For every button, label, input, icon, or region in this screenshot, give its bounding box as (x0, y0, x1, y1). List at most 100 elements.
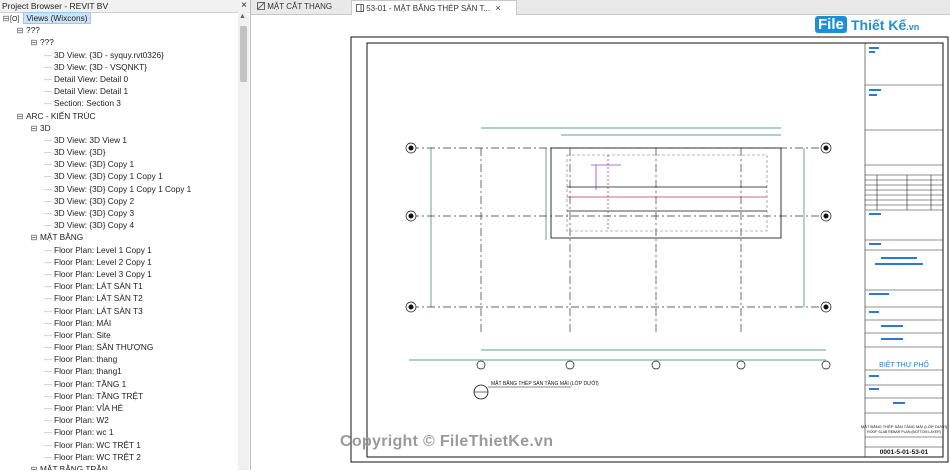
tree-item-label: Floor Plan: WC TRỆT 2 (54, 451, 141, 462)
tab-sheet-53-01[interactable]: 53-01 - MẶT BẰNG THÉP SÀN T... × (351, 0, 517, 15)
drawing-canvas[interactable]: BIỆT THỰ PHỐ MẶT BẰNG THÉP SÀN TẦNG MÁI … (251, 15, 950, 470)
sheet-title-en: ROOF SLAB REBAR PLAN (BOTTOM LAYER) (867, 430, 941, 434)
tree-item[interactable]: —3D View: {3D - VSQNKT} (0, 61, 238, 73)
scrollbar-thumb[interactable] (240, 26, 247, 82)
vertical-scrollbar[interactable]: ▲ (238, 12, 249, 470)
close-tab-icon[interactable]: × (495, 3, 500, 13)
tree-item[interactable]: — Floor Plan: LÁT SÀN T2 (0, 292, 238, 304)
tree-item[interactable]: — Floor Plan: TẦNG 1 (0, 378, 238, 390)
tree-item[interactable]: ⊟[O] Views (Wixcons) (0, 12, 238, 24)
title-block-text-blocks (869, 47, 923, 404)
tree-item[interactable]: — Floor Plan: Site (0, 329, 238, 341)
tree-item[interactable]: — Floor Plan: thang (0, 353, 238, 365)
tree-item-label: 3D View: 3D View 1 (54, 134, 128, 145)
tree-item-label: Detail View: Detail 0 (54, 73, 129, 84)
tree-item-label: Floor Plan: TẦNG 1 (54, 378, 127, 389)
tree-item-label: MẶT BẰNG TRẦN (40, 463, 108, 470)
tree-item[interactable]: — Floor Plan: VỈA HÈ (0, 402, 238, 414)
tree-item-label: Detail View: Detail 1 (54, 86, 129, 97)
grid-lines (411, 147, 826, 335)
plan-view-title: MẶT BẰNG THÉP SÀN TẦNG MÁI (LỚP DƯỚI) (491, 379, 599, 387)
tree-item-label: 3D View: {3D} Copy 3 (54, 208, 135, 218)
tree-item-label: 3D View: {3D} Copy 1 Copy 1 Copy 1 (54, 183, 192, 194)
tree-item[interactable]: — Section: Section 3 (0, 97, 238, 109)
section-view-icon (256, 1, 266, 11)
tree-item[interactable]: —3D View: {3D} Copy 4 (0, 219, 238, 231)
slab-inner-outline (566, 154, 768, 232)
tree-item-label: Floor Plan: SÂN THƯỢNG (54, 342, 154, 353)
tree-item-label: Floor Plan: MÁI (54, 317, 112, 328)
tree-item[interactable]: — Floor Plan: WC TRỆT 2 (0, 451, 238, 463)
tab-mat-cat-thang[interactable]: MẶT CẮT THANG (253, 0, 349, 14)
tree-item-label: 3D View: {3D} (54, 147, 106, 158)
tree-item[interactable]: — Floor Plan: Level 3 Copy 1 (0, 268, 238, 280)
tree-item-label: Floor Plan: thang (54, 354, 118, 365)
tree-item[interactable]: — Floor Plan: SÂN THƯỢNG (0, 341, 238, 353)
tree-item[interactable]: — Floor Plan: WC TRỆT 1 (0, 439, 238, 451)
tree-item[interactable]: — Floor Plan: LÁT SÀN T3 (0, 305, 238, 317)
tree-item-label: ARC - KIẾN TRÚC (26, 110, 96, 121)
tree-item-label: Views (Wixcons) (23, 12, 91, 24)
sheet-project-name: BIỆT THỰ PHỐ (879, 359, 929, 369)
close-icon[interactable]: × (241, 0, 247, 12)
tree-item-label: Floor Plan: TẦNG TRỆT (54, 390, 144, 401)
tree-item-label: ??? (40, 37, 54, 48)
title-block (864, 43, 943, 457)
tree-item[interactable]: — Floor Plan: LÁT SÀN T1 (0, 280, 238, 292)
tree-item-label: Section: Section 3 (54, 98, 121, 109)
logo-vn-text: .vn (906, 22, 920, 32)
tree-item[interactable]: ⊟??? (0, 24, 238, 36)
sheet-drawing: BIỆT THỰ PHỐ MẶT BẰNG THÉP SÀN TẦNG MÁI … (350, 36, 949, 463)
tree-item[interactable]: —3D View: {3D} Copy 2 (0, 195, 238, 207)
scroll-up-icon[interactable]: ▲ (239, 13, 246, 20)
tree-item[interactable]: —3D View: {3D - syquy.rvt0326} (0, 49, 238, 61)
tree-item[interactable]: — Floor Plan: W2 (0, 414, 238, 426)
collapse-toggle-icon[interactable]: ⊟ (30, 464, 38, 470)
tree-item-label: 3D View: {3D - syquy.rvt0326} (54, 49, 164, 60)
tree-item[interactable]: —3D View: {3D} Copy 1 Copy 1 (0, 170, 238, 182)
project-browser-tree: ⊟[O] Views (Wixcons) ⊟??? ⊟??? —3D View: {3D… (0, 12, 238, 470)
tree-item[interactable]: —3D View: {3D} Copy 1 Copy 1 Copy 1 (0, 183, 238, 195)
tree-item[interactable]: — Detail View: Detail 0 (0, 73, 238, 85)
tree-item[interactable]: —3D View: {3D} (0, 146, 238, 158)
tree-item[interactable]: —3D View: 3D View 1 (0, 134, 238, 146)
tree-item-label: Floor Plan: LÁT SÀN T3 (54, 305, 143, 316)
tree-item-label: Floor Plan: VỈA HÈ (54, 403, 124, 413)
tree-item-label: Floor Plan: LÁT SÀN T2 (54, 293, 143, 304)
tree-item[interactable]: — Floor Plan: wc 1 (0, 426, 238, 438)
tree-item[interactable]: — Floor Plan: Level 2 Copy 1 (0, 256, 238, 268)
tree-item[interactable]: ⊟ MẶT BẰNG (0, 231, 238, 243)
tree-item[interactable]: ⊟ MẶT BẰNG TRẦN (0, 463, 238, 470)
tree-item-label: ??? (26, 25, 40, 36)
tree-item[interactable]: —3D View: {3D} Copy 1 (0, 158, 238, 170)
slab-outline (550, 147, 782, 239)
tree-item-label: Floor Plan: Level 1 Copy 1 (54, 244, 152, 255)
tree-item[interactable]: — Floor Plan: thang1 (0, 365, 238, 377)
tree-item-label: Floor Plan: W2 (54, 415, 109, 426)
tree-item-label: 3D View: {3D} Copy 1 Copy 1 (54, 171, 163, 182)
tree-item[interactable]: — Floor Plan: MÁI (0, 317, 238, 329)
tree-item-label: Floor Plan: Level 2 Copy 1 (54, 256, 152, 267)
project-browser-panel: Project Browser - REVIT BV × ⊟[O] Views (… (0, 0, 251, 470)
project-browser-title: Project Browser - REVIT BV (2, 1, 109, 11)
sheet-view-icon (356, 4, 364, 12)
logo-rest-text: Thiết Kế (851, 17, 907, 33)
sheet-title-vn: MẶT BẰNG THÉP SÀN TẦNG MÁI (LỚP DƯỚI) (861, 424, 948, 429)
tree-item[interactable]: —3D View: {3D} Copy 3 (0, 207, 238, 219)
copyright-watermark: Copyright © FileThietKe.vn (340, 433, 554, 450)
tree-item[interactable]: — Floor Plan: Level 1 Copy 1 (0, 244, 238, 256)
rebar-lines (567, 155, 767, 231)
views-icon: [O] (10, 16, 20, 23)
tree-item[interactable]: — Detail View: Detail 1 (0, 85, 238, 97)
logo-file-text: File (815, 16, 847, 33)
tree-item-label: 3D View: {3D - VSQNKT} (54, 61, 147, 72)
tab-label: MẶT CẮT THANG (267, 2, 333, 11)
tree-item[interactable]: ⊟??? (0, 36, 238, 48)
tree-item[interactable]: ⊟ 3D (0, 122, 238, 134)
tree-item[interactable]: — Floor Plan: TẦNG TRỆT (0, 390, 238, 402)
sheet-inner-border (366, 42, 944, 458)
tree-item-label: Floor Plan: LÁT SÀN T1 (54, 281, 143, 292)
tree-item[interactable]: ⊟ ARC - KIẾN TRÚC (0, 110, 238, 122)
tree-item-label: Floor Plan: wc 1 (54, 427, 114, 438)
tree-item-label: Floor Plan: Level 3 Copy 1 (54, 268, 152, 279)
